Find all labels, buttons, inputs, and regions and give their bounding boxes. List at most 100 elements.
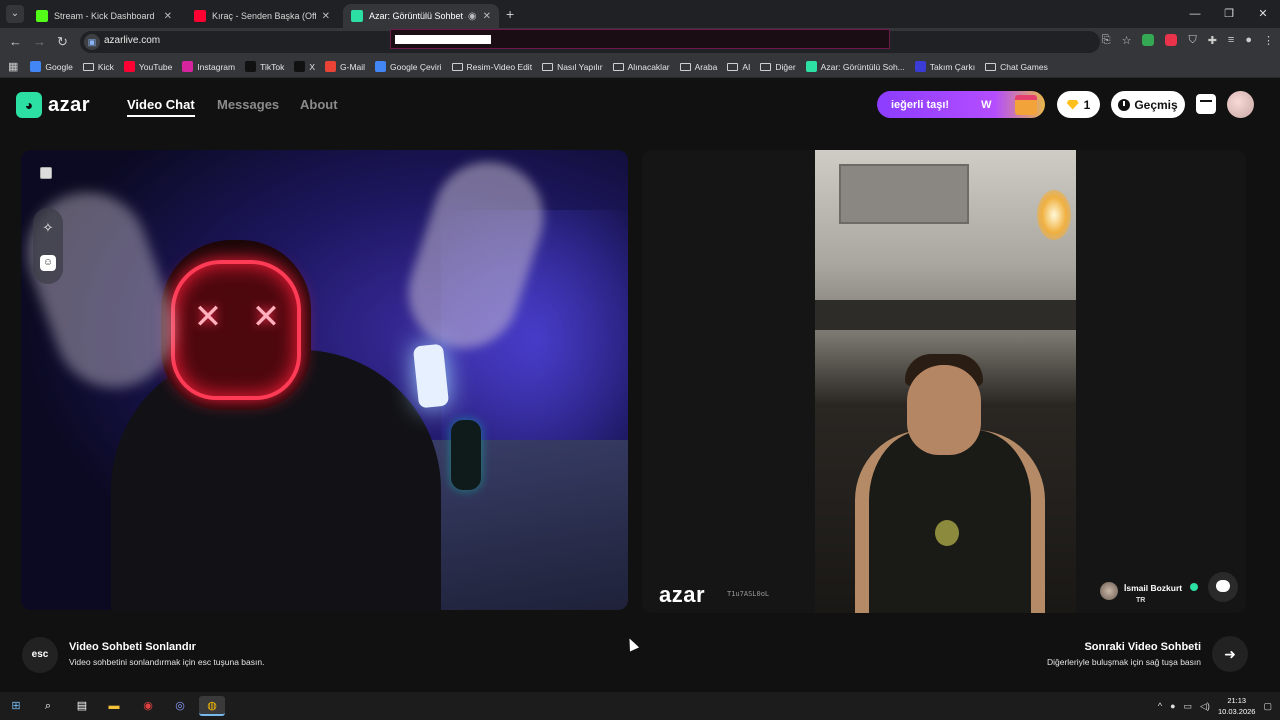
magic-wand-icon[interactable]: ✧ — [40, 220, 56, 236]
logo-text: azar — [48, 93, 91, 116]
file-explorer-icon[interactable]: ▬ — [101, 696, 127, 716]
chrome-icon[interactable]: ◍ — [199, 696, 225, 716]
volume-icon[interactable]: ◁) — [1200, 701, 1210, 712]
bookmark-item[interactable]: Google Çeviri — [375, 61, 442, 72]
minimize-icon[interactable]: — — [1178, 0, 1212, 28]
history-label: Geçmiş — [1134, 97, 1178, 112]
store-icon[interactable] — [1196, 94, 1216, 114]
tab-search-button[interactable]: ⌄ — [6, 5, 24, 23]
microphone-icon[interactable]: ● — [1170, 701, 1175, 711]
windows-start-icon[interactable]: ⊞ — [3, 696, 29, 716]
bookmark-label: Diğer — [775, 61, 796, 72]
face-filter-icon[interactable]: ☺ — [40, 255, 56, 271]
user-avatar[interactable] — [1227, 91, 1254, 118]
site-info-icon[interactable]: ▣ — [84, 34, 100, 50]
bookmark-item[interactable]: X — [294, 61, 315, 72]
promo-banner[interactable]: ieğerli taşı! W — [877, 91, 1045, 118]
nav-video-chat[interactable]: Video Chat — [127, 97, 195, 117]
app-record-icon[interactable]: ◉ — [135, 696, 161, 716]
treasure-chest-icon — [1015, 95, 1037, 115]
network-icon[interactable]: ▭ — [1184, 701, 1193, 712]
url-text[interactable]: azarlive.com — [104, 35, 160, 46]
discord-icon[interactable]: ◎ — [167, 696, 193, 716]
yt-favicon-icon — [123, 61, 135, 72]
next-chat-title: Sonraki Video Sohbeti — [1084, 641, 1201, 653]
bookmark-item[interactable]: Kick — [82, 61, 114, 72]
bookmark-item[interactable]: Diğer — [760, 61, 796, 72]
g-favicon-icon — [30, 61, 42, 72]
bookmark-item[interactable]: TikTok — [245, 61, 284, 72]
end-chat-button[interactable]: esc — [22, 637, 58, 673]
back-icon[interactable]: ← — [9, 34, 22, 49]
search-icon[interactable]: ⌕ — [35, 696, 61, 716]
gt-favicon-icon — [375, 61, 387, 72]
folder-icon — [612, 62, 624, 71]
clock-icon — [1118, 98, 1131, 111]
restore-icon[interactable]: ❐ — [1212, 0, 1246, 28]
close-window-icon[interactable]: ✕ — [1246, 0, 1280, 28]
chat-bubble-button[interactable] — [1208, 572, 1238, 602]
next-chat-button[interactable]: ➜ — [1212, 636, 1248, 672]
peer-name: İsmail Bozkurt — [1124, 583, 1183, 593]
bookmark-item[interactable]: Instagram — [182, 61, 235, 72]
menu-icon[interactable]: ⋮ — [1263, 34, 1274, 47]
bookmark-item[interactable]: Alınacaklar — [612, 62, 670, 72]
bookmark-label: Araba — [694, 61, 718, 72]
ceiling-beam — [815, 300, 1076, 330]
extensions-icon[interactable]: ✚ — [1208, 34, 1217, 47]
tab-title: Stream - Kick Dashboard — [54, 11, 155, 21]
bookmark-item[interactable]: AI — [727, 62, 750, 72]
install-icon[interactable]: ⎘ — [1102, 34, 1111, 47]
bookmark-item[interactable]: Nasıl Yapılır — [542, 62, 603, 72]
bookmark-item[interactable]: Araba — [679, 61, 718, 72]
extension-red-icon[interactable] — [1165, 34, 1178, 46]
profile-icon[interactable]: ● — [1245, 34, 1252, 47]
taskbar-clock[interactable]: 21:13 10.03.2026 — [1218, 695, 1256, 717]
close-icon[interactable]: ✕ — [322, 11, 330, 22]
tab-azar[interactable]: Azar: Görüntülü Sohbet & V ◉ ✕ — [343, 4, 499, 28]
nav-messages[interactable]: Messages — [217, 97, 279, 112]
bookmark-label: Kick — [97, 61, 114, 72]
tab-title: Kıraç - Senden Başka (Official V — [212, 11, 316, 21]
recording-icon: ◉ — [467, 10, 477, 22]
azar-logo[interactable]: ◕ azar — [16, 92, 90, 118]
folder-icon — [451, 62, 463, 71]
tray-expand-icon[interactable]: ^ — [1158, 701, 1162, 711]
extension-guard-icon[interactable]: ⛉ — [1188, 34, 1196, 47]
bookmark-item[interactable]: Azar: Görüntülü Soh... — [805, 61, 905, 72]
end-chat-title: Video Sohbeti Sonlandır — [69, 641, 196, 653]
peer-info[interactable]: İsmail Bozkurt TR — [1100, 578, 1198, 604]
gem-balance-button[interactable]: 1 — [1057, 91, 1100, 118]
extension-shield-icon[interactable] — [1142, 34, 1155, 46]
azar-favicon-icon — [805, 61, 817, 72]
new-tab-button[interactable]: + — [506, 6, 514, 22]
bookmark-label: TikTok — [260, 61, 285, 72]
bookmark-star-icon[interactable]: ☆ — [1122, 34, 1132, 47]
promo-letter: W — [981, 98, 992, 111]
nav-about[interactable]: About — [300, 97, 338, 112]
history-button[interactable]: Geçmiş — [1111, 91, 1185, 118]
tab-kick-dashboard[interactable]: Stream - Kick Dashboard ✕ — [28, 4, 180, 28]
next-chat-subtitle: Diğerleriyle buluşmak için sağ tuşa bası… — [1046, 657, 1201, 667]
date: 10.03.2026 — [1217, 707, 1256, 716]
bookmark-item[interactable]: G-Mail — [325, 61, 365, 72]
bookmark-item[interactable]: Takım Çarkı — [914, 61, 975, 72]
tt-favicon-icon — [245, 61, 257, 72]
bookmark-label: Resim-Video Edit — [466, 61, 533, 72]
close-icon[interactable]: ✕ — [164, 11, 172, 22]
forward-icon[interactable]: → — [33, 34, 46, 49]
apps-grid-icon[interactable]: ▦ — [8, 60, 18, 73]
bookmark-item[interactable]: Resim-Video Edit — [451, 61, 533, 72]
close-icon[interactable]: ✕ — [483, 11, 491, 22]
folder-icon — [985, 62, 997, 71]
notification-icon[interactable]: ▢ — [1263, 701, 1272, 712]
bookmark-item[interactable]: YouTube — [123, 61, 172, 72]
task-view-icon[interactable]: ▤ — [69, 696, 95, 716]
reload-icon[interactable]: ↻ — [57, 34, 68, 50]
bookmark-item[interactable]: Chat Games — [985, 62, 1048, 72]
gm-favicon-icon — [325, 61, 337, 72]
media-control-icon[interactable]: ≡ — [1228, 34, 1234, 47]
bookmark-item[interactable]: Google — [30, 61, 73, 72]
bookmark-label: Nasıl Yapılır — [557, 61, 603, 72]
tab-youtube[interactable]: Kıraç - Senden Başka (Official V ✕ — [186, 4, 338, 28]
